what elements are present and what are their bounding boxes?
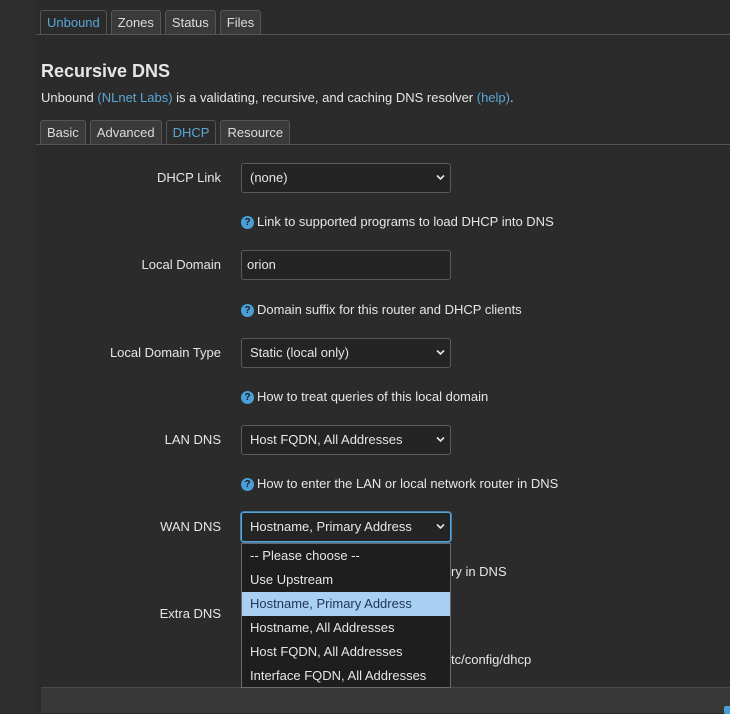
question-circle-icon: ? <box>241 478 254 491</box>
wan-dns-option[interactable]: -- Please choose -- <box>242 544 450 568</box>
chevron-down-icon <box>436 174 445 181</box>
footer-bar <box>41 687 730 713</box>
tab-basic[interactable]: Basic <box>40 120 86 145</box>
page-title: Recursive DNS <box>41 61 171 81</box>
section-tabs: Basic Advanced DHCP Resource <box>40 120 291 145</box>
wan-dns-option[interactable]: Hostname, All Addresses <box>242 616 450 640</box>
description-suffix: . <box>510 90 514 105</box>
wan-dns-label: WAN DNS <box>160 519 221 534</box>
local-domain-label: Local Domain <box>141 257 222 272</box>
top-tabs-divider <box>36 34 730 35</box>
chevron-down-icon <box>436 349 445 356</box>
local-domain-input[interactable]: orion <box>241 250 451 280</box>
tab-dhcp[interactable]: DHCP <box>165 120 217 145</box>
local-domain-type-value: Static (local only) <box>250 345 349 360</box>
question-circle-icon: ? <box>241 391 254 404</box>
tab-status[interactable]: Status <box>164 10 216 35</box>
wan-dns-option-selected[interactable]: Hostname, Primary Address <box>242 592 450 616</box>
help-link[interactable]: (help) <box>477 90 510 105</box>
wan-dns-option[interactable]: Host FQDN, All Addresses <box>242 640 450 664</box>
wan-dns-dropdown: -- Please choose -- Use Upstream Hostnam… <box>241 543 451 688</box>
wan-dns-option[interactable]: Interface FQDN, All Addresses <box>242 664 450 688</box>
top-tabs: Unbound Zones Status Files <box>40 10 262 35</box>
local-domain-help: ? Domain suffix for this router and DHCP … <box>241 302 522 317</box>
tab-resource[interactable]: Resource <box>220 120 291 145</box>
wan-dns-select[interactable]: Hostname, Primary Address <box>241 512 451 542</box>
tab-zones[interactable]: Zones <box>110 10 161 35</box>
tab-files[interactable]: Files <box>219 10 262 35</box>
dhcp-link-label: DHCP Link <box>156 170 221 185</box>
dhcp-link-select[interactable]: (none) <box>241 163 451 193</box>
page: Unbound Zones Status Files Recursive DNS… <box>36 0 730 714</box>
dhcp-link-value: (none) <box>250 170 288 185</box>
lan-dns-label: LAN DNS <box>164 432 221 447</box>
dhcp-link-help: ? Link to supported programs to load DHCP… <box>241 214 554 229</box>
description-prefix: Unbound <box>41 90 98 105</box>
local-domain-help-text: Domain suffix for this router and DHCP c… <box>257 302 522 317</box>
section-tabs-divider <box>36 144 730 145</box>
local-domain-type-select[interactable]: Static (local only) <box>241 338 451 368</box>
nlnet-labs-link[interactable]: (NLnet Labs) <box>97 90 172 105</box>
local-domain-value: orion <box>247 257 276 272</box>
lan-dns-help: ? How to enter the LAN or local network r… <box>241 476 558 491</box>
tab-advanced[interactable]: Advanced <box>89 120 162 145</box>
wan-dns-value: Hostname, Primary Address <box>250 519 412 534</box>
local-domain-type-label: Local Domain Type <box>109 345 221 360</box>
question-circle-icon: ? <box>241 304 254 317</box>
footer-button-edge[interactable] <box>724 706 730 714</box>
wan-dns-help-text: ry in DNS <box>451 564 507 579</box>
description-middle: is a validating, recursive, and caching … <box>172 90 477 105</box>
extra-dns-label: Extra DNS <box>159 606 221 621</box>
tab-unbound[interactable]: Unbound <box>40 10 107 35</box>
lan-dns-value: Host FQDN, All Addresses <box>250 432 403 447</box>
wan-dns-option[interactable]: Use Upstream <box>242 568 450 592</box>
local-domain-type-help-text: How to treat queries of this local domai… <box>257 389 489 404</box>
extra-dns-help-text: tc/config/dhcp <box>451 652 532 667</box>
chevron-down-icon <box>436 523 445 530</box>
page-description: Unbound (NLnet Labs) is a validating, re… <box>41 90 514 105</box>
dhcp-link-help-text: Link to supported programs to load DHCP … <box>257 214 554 229</box>
local-domain-type-help: ? How to treat queries of this local doma… <box>241 389 488 404</box>
lan-dns-help-text: How to enter the LAN or local network ro… <box>257 476 559 491</box>
question-circle-icon: ? <box>241 216 254 229</box>
chevron-down-icon <box>436 436 445 443</box>
lan-dns-select[interactable]: Host FQDN, All Addresses <box>241 425 451 455</box>
